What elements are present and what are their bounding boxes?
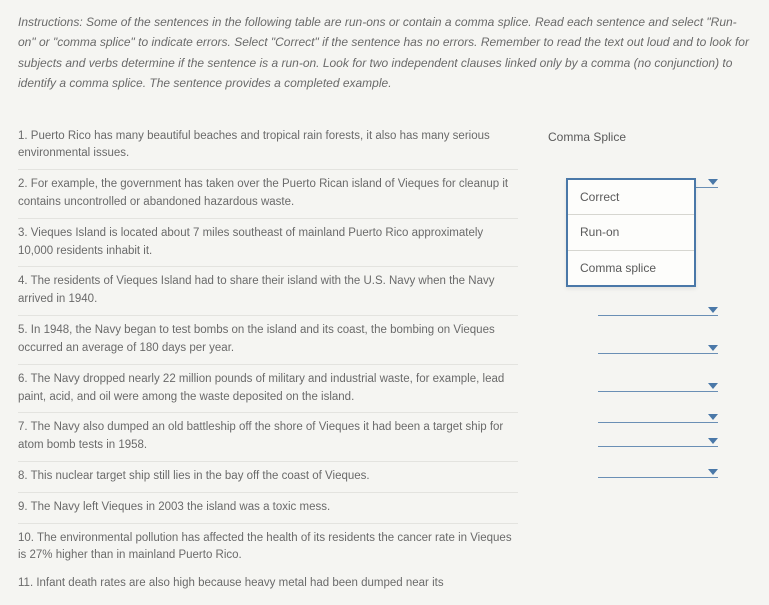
chevron-down-icon <box>708 438 718 444</box>
option-comma-splice[interactable]: Comma splice <box>568 251 694 286</box>
answer-select-9[interactable] <box>598 438 718 447</box>
chevron-down-icon <box>708 469 718 475</box>
question-row: 5. In 1948, the Navy began to test bombs… <box>18 316 518 365</box>
cutoff-row: 11. Infant death rates are also high bec… <box>18 571 518 593</box>
option-run-on[interactable]: Run-on <box>568 215 694 251</box>
answer-select-5[interactable] <box>598 307 718 316</box>
question-row: 9. The Navy left Vieques in 2003 the isl… <box>18 493 518 524</box>
question-row: 1. Puerto Rico has many beautiful beache… <box>18 122 518 171</box>
option-correct[interactable]: Correct <box>568 180 694 216</box>
answer-select-7[interactable] <box>598 383 718 392</box>
question-row: 2. For example, the government has taken… <box>18 170 518 219</box>
example-answer: Comma Splice <box>548 122 718 165</box>
question-row: 10. The environmental pollution has affe… <box>18 524 518 572</box>
answers-column: Comma Splice Correct Run-on Comma splice <box>548 122 718 593</box>
instructions-text: Instructions: Some of the sentences in t… <box>18 12 751 94</box>
content-area: 1. Puerto Rico has many beautiful beache… <box>18 122 751 593</box>
chevron-down-icon <box>708 307 718 313</box>
question-row: 6. The Navy dropped nearly 22 million po… <box>18 365 518 414</box>
chevron-down-icon <box>708 179 718 185</box>
question-row: 4. The residents of Vieques Island had t… <box>18 267 518 316</box>
answer-select-10[interactable] <box>598 469 718 478</box>
question-row: 8. This nuclear target ship still lies i… <box>18 462 518 493</box>
chevron-down-icon <box>708 414 718 420</box>
chevron-down-icon <box>708 345 718 351</box>
answer-select-8[interactable] <box>598 414 718 423</box>
question-row: 3. Vieques Island is located about 7 mil… <box>18 219 518 268</box>
answer-dropdown-open[interactable]: Correct Run-on Comma splice <box>566 178 696 288</box>
chevron-down-icon <box>708 383 718 389</box>
answer-select-6[interactable] <box>598 345 718 354</box>
questions-column: 1. Puerto Rico has many beautiful beache… <box>18 122 518 593</box>
question-row: 7. The Navy also dumped an old battleshi… <box>18 413 518 462</box>
